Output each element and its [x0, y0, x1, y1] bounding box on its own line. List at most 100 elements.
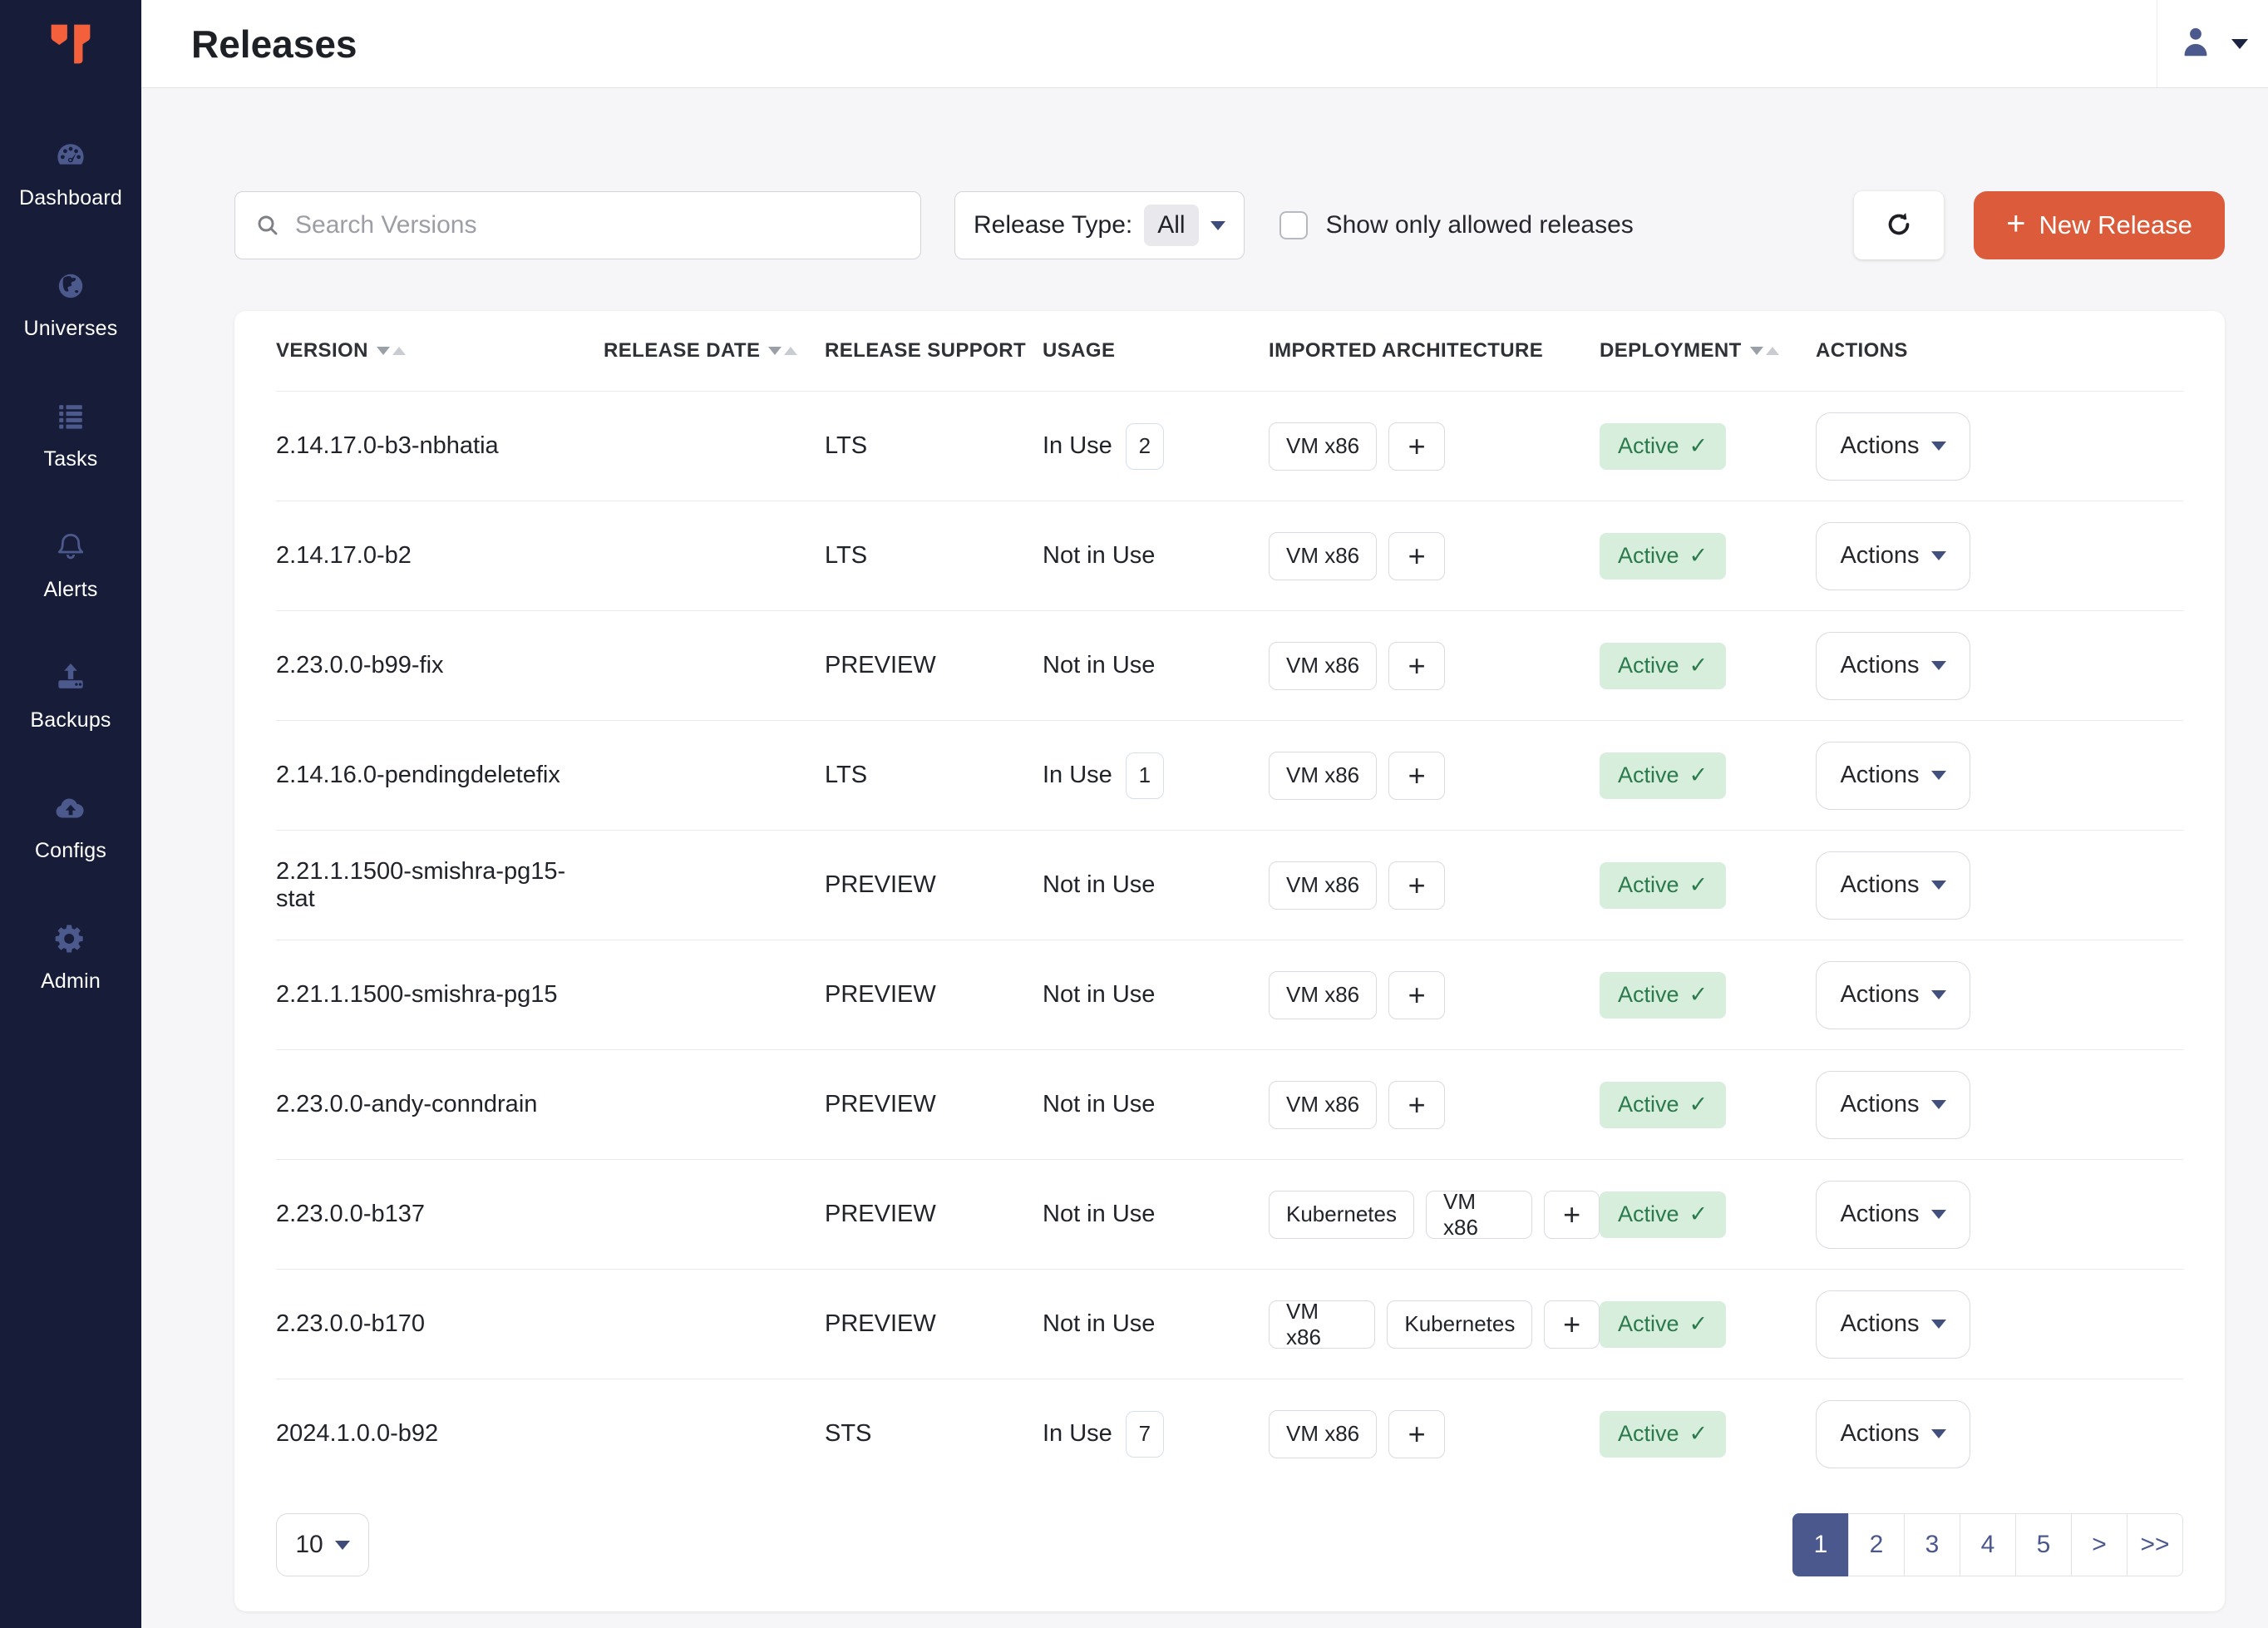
next-page-button[interactable]: > [2071, 1513, 2127, 1576]
deployment-status-badge: Active✓ [1600, 752, 1726, 799]
page-button-4[interactable]: 4 [1960, 1513, 2016, 1576]
column-header-release-support: RELEASE SUPPORT [825, 339, 1043, 363]
usage-cell: In Use 2 [1043, 423, 1269, 470]
actions-button[interactable]: Actions [1816, 1071, 1970, 1139]
usage-cell: Not in Use [1043, 981, 1269, 1009]
architecture-badge: VM x86 [1426, 1191, 1532, 1239]
sidebar-item-universes[interactable]: Universes [0, 239, 141, 369]
column-header-label: RELEASE SUPPORT [825, 339, 1026, 363]
check-icon: ✓ [1689, 1311, 1708, 1337]
page-button-1[interactable]: 1 [1792, 1513, 1849, 1576]
search-box [234, 191, 921, 259]
release-support-cell: PREVIEW [825, 871, 1043, 899]
usage-cell: In Use 7 [1043, 1411, 1269, 1458]
actions-cell: Actions [1816, 1290, 2183, 1359]
add-architecture-button[interactable]: + [1388, 861, 1445, 910]
add-architecture-button[interactable]: + [1388, 422, 1445, 471]
architecture-badge: VM x86 [1269, 1081, 1377, 1129]
page-button-3[interactable]: 3 [1904, 1513, 1960, 1576]
sidebar-item-label: Alerts [43, 578, 97, 602]
sidebar-item-admin[interactable]: Admin [0, 891, 141, 1022]
chevron-down-icon [335, 1541, 350, 1550]
page-size-select[interactable]: 10 [276, 1513, 369, 1576]
add-architecture-button[interactable]: + [1388, 752, 1445, 800]
add-architecture-button[interactable]: + [1388, 642, 1445, 690]
release-support-cell: LTS [825, 542, 1043, 570]
check-icon: ✓ [1689, 762, 1708, 788]
column-header-version[interactable]: VERSION [276, 339, 604, 363]
sidebar-item-dashboard[interactable]: Dashboard [0, 108, 141, 239]
refresh-icon [1883, 209, 1915, 243]
gear-icon [52, 920, 89, 961]
architecture-badge: VM x86 [1269, 422, 1377, 471]
architecture-badge: Kubernetes [1269, 1191, 1414, 1239]
deployment-cell: Active✓ [1600, 643, 1816, 689]
add-architecture-button[interactable]: + [1388, 1081, 1445, 1129]
actions-button[interactable]: Actions [1816, 1290, 1970, 1359]
page-button-5[interactable]: 5 [2015, 1513, 2072, 1576]
add-architecture-button[interactable]: + [1388, 1410, 1445, 1458]
imported-architecture-cell: VM x86+ [1269, 861, 1600, 910]
architecture-badge: VM x86 [1269, 971, 1377, 1019]
imported-architecture-cell: VM x86+ [1269, 422, 1600, 471]
table-row: 2.21.1.1500-smishra-pg15 PREVIEW Not in … [276, 940, 2183, 1049]
actions-button[interactable]: Actions [1816, 1400, 1970, 1468]
imported-architecture-cell: VM x86+ [1269, 642, 1600, 690]
chevron-down-icon [1931, 1210, 1946, 1219]
actions-button[interactable]: Actions [1816, 742, 1970, 810]
architecture-badge: Kubernetes [1387, 1300, 1532, 1349]
version-cell: 2.23.0.0-b137 [276, 1201, 604, 1228]
new-release-button[interactable]: + New Release [1974, 191, 2225, 259]
chevron-down-icon [1931, 442, 1946, 451]
add-architecture-button[interactable]: + [1544, 1300, 1600, 1349]
architecture-badge: VM x86 [1269, 1300, 1375, 1349]
toolbar: Release Type: All Show only allowed rele… [234, 191, 2225, 259]
deployment-status-badge: Active✓ [1600, 533, 1726, 580]
usage-cell: Not in Use [1043, 1201, 1269, 1228]
actions-button[interactable]: Actions [1816, 632, 1970, 700]
pagination: 12345>>> [1792, 1513, 2183, 1576]
refresh-button[interactable] [1854, 191, 1944, 259]
table-header-row: VERSIONRELEASE DATERELEASE SUPPORTUSAGEI… [276, 311, 2183, 391]
sidebar-item-label: Dashboard [19, 186, 122, 210]
imported-architecture-cell: VM x86+ [1269, 971, 1600, 1019]
add-architecture-button[interactable]: + [1544, 1191, 1600, 1239]
actions-button[interactable]: Actions [1816, 851, 1970, 920]
actions-button[interactable]: Actions [1816, 522, 1970, 590]
actions-button[interactable]: Actions [1816, 1181, 1970, 1249]
deployment-cell: Active✓ [1600, 1191, 1816, 1238]
last-page-button[interactable]: >> [2127, 1513, 2183, 1576]
user-menu[interactable] [2177, 22, 2268, 65]
table-footer: 10 12345>>> [276, 1488, 2183, 1576]
release-type-value: All [1144, 205, 1198, 246]
sidebar-item-configs[interactable]: Configs [0, 761, 141, 891]
chevron-down-icon [1931, 661, 1946, 670]
sidebar-item-alerts[interactable]: Alerts [0, 500, 141, 630]
search-input[interactable] [234, 191, 921, 259]
version-cell: 2.14.16.0-pendingdeletefix [276, 762, 604, 789]
release-type-select[interactable]: Release Type: All [954, 191, 1245, 259]
deployment-cell: Active✓ [1600, 862, 1816, 909]
release-support-cell: STS [825, 1420, 1043, 1448]
actions-cell: Actions [1816, 1400, 2183, 1468]
add-architecture-button[interactable]: + [1388, 971, 1445, 1019]
version-cell: 2.23.0.0-b170 [276, 1310, 604, 1338]
add-architecture-button[interactable]: + [1388, 532, 1445, 580]
sidebar-item-tasks[interactable]: Tasks [0, 369, 141, 500]
actions-button[interactable]: Actions [1816, 412, 1970, 481]
allowed-releases-checkbox[interactable] [1279, 211, 1308, 239]
yugabyte-logo[interactable] [43, 17, 98, 72]
column-header-deployment[interactable]: DEPLOYMENT [1600, 339, 1816, 363]
actions-button[interactable]: Actions [1816, 961, 1970, 1029]
column-header-release-date[interactable]: RELEASE DATE [604, 339, 825, 363]
check-icon: ✓ [1689, 543, 1708, 569]
allowed-releases-label: Show only allowed releases [1326, 211, 1634, 239]
sidebar-item-backups[interactable]: Backups [0, 630, 141, 761]
release-support-cell: LTS [825, 762, 1043, 789]
check-icon: ✓ [1689, 1092, 1708, 1117]
column-header-usage: USAGE [1043, 339, 1269, 363]
usage-cell: Not in Use [1043, 1091, 1269, 1118]
table-row: 2.23.0.0-b170 PREVIEW Not in Use VM x86K… [276, 1269, 2183, 1379]
deployment-cell: Active✓ [1600, 533, 1816, 580]
page-button-2[interactable]: 2 [1848, 1513, 1905, 1576]
